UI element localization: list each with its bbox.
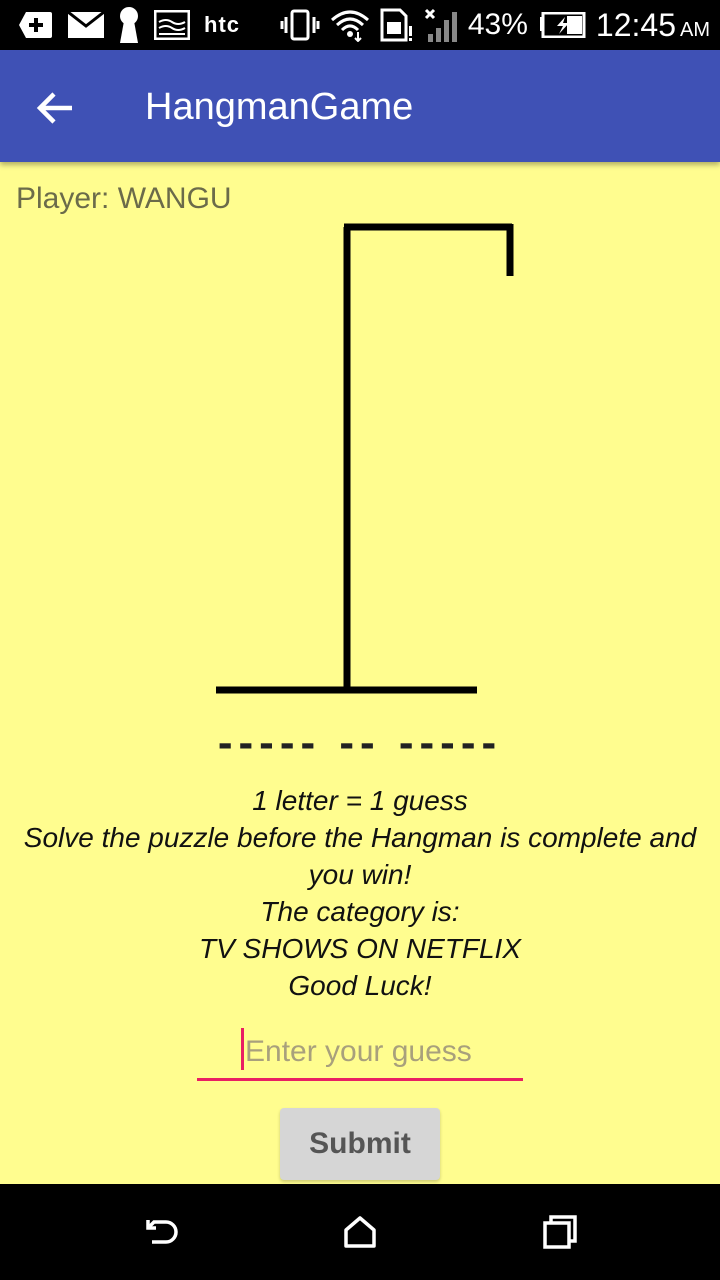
vibrate-icon — [280, 9, 320, 41]
guess-input[interactable] — [197, 1026, 523, 1078]
text-cursor — [241, 1028, 244, 1070]
recent-apps-icon[interactable] — [534, 1206, 586, 1258]
wifi-icon — [330, 10, 369, 42]
instruction-line: Good Luck! — [288, 970, 432, 1001]
app-bar: HangmanGame — [0, 50, 720, 162]
clock-ampm: AM — [680, 18, 710, 41]
submit-button[interactable]: Submit — [280, 1108, 440, 1180]
battery-percent: 43% — [467, 8, 528, 41]
gallows-drawing — [216, 223, 514, 694]
instruction-line: you win! — [308, 859, 412, 890]
input-underline — [197, 1078, 523, 1081]
carrier-label: htc — [204, 12, 240, 37]
sim-icon — [380, 8, 412, 42]
signal-icon — [424, 8, 457, 42]
category-label: TV SHOWS ON NETFLIX — [198, 933, 522, 964]
instruction-line: The category is: — [260, 896, 460, 927]
back-nav-icon[interactable] — [134, 1206, 186, 1258]
navigation-bar — [0, 1184, 720, 1280]
image-icon — [154, 10, 190, 40]
mail-icon — [68, 12, 104, 38]
instruction-line: Solve the puzzle before the Hangman is c… — [23, 822, 697, 853]
instructions: 1 letter = 1 guess Solve the puzzle befo… — [0, 782, 720, 1004]
instruction-line: 1 letter = 1 guess — [252, 785, 468, 816]
word-mask: ----- -- ----- — [217, 718, 503, 767]
arrow-back-icon[interactable] — [30, 82, 82, 134]
clock: 12:45 — [595, 6, 676, 43]
add-icon — [19, 12, 52, 38]
status-bar: htc 43% 12:45 AM — [0, 0, 720, 50]
page-title: HangmanGame — [145, 86, 414, 128]
guess-field — [197, 1026, 523, 1082]
keyhole-icon — [120, 7, 138, 43]
battery-charging-icon — [539, 12, 586, 38]
home-icon[interactable] — [334, 1206, 386, 1258]
